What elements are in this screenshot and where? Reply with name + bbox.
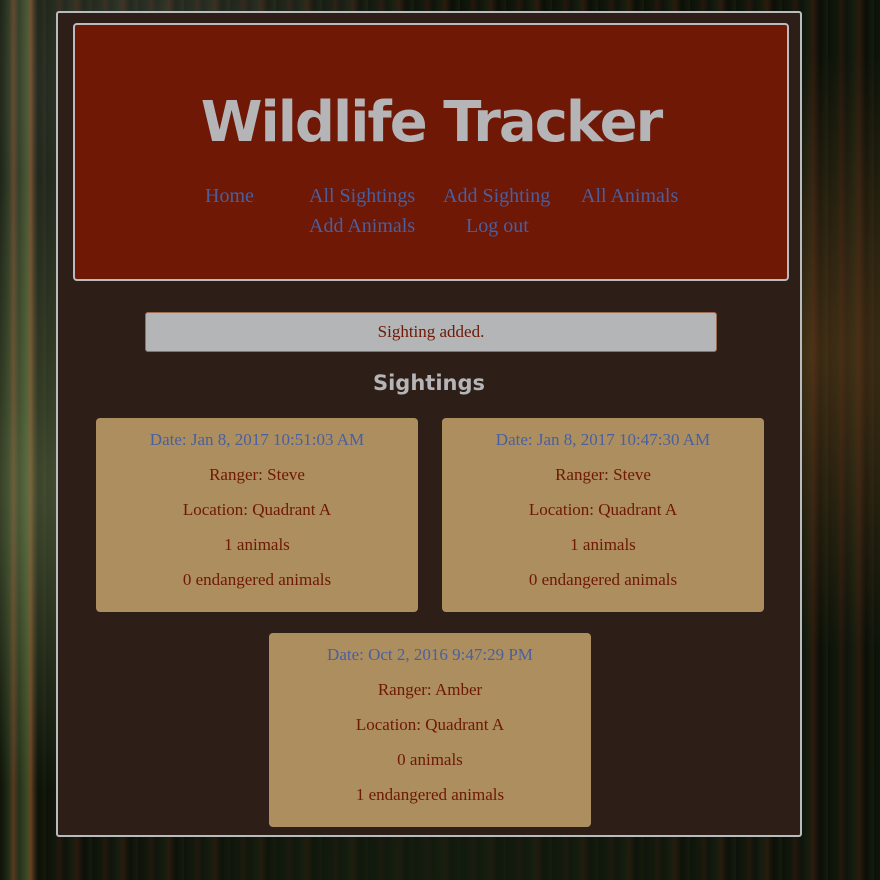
sighting-animal-count: 1 animals: [224, 535, 290, 554]
nav-add-animals-link[interactable]: Add Animals: [309, 215, 415, 238]
nav-all-animals-link[interactable]: All Animals: [581, 185, 678, 208]
sighting-endangered-count: 1 endangered animals: [355, 785, 505, 804]
sighting-card: Date: Oct 2, 2016 9:47:29 PM Ranger: Amb…: [269, 633, 591, 827]
sightings-heading: Sightings: [372, 371, 486, 395]
sighting-date-link[interactable]: Date: Jan 8, 2017 10:47:30 AM: [442, 430, 764, 450]
sighting-endangered-count: 0 endangered animals: [528, 570, 678, 589]
nav-log-out-link[interactable]: Log out: [466, 215, 529, 238]
site-title: Wildlife Tracker: [200, 90, 663, 155]
site-header: Wildlife Tracker Home All Sightings Add …: [73, 23, 789, 281]
sighting-location: Location: Quadrant A: [528, 500, 678, 519]
sighting-ranger: Ranger: Amber: [377, 680, 483, 699]
sighting-endangered-count: 0 endangered animals: [182, 570, 332, 589]
sighting-ranger: Ranger: Steve: [209, 465, 305, 484]
sighting-date-link[interactable]: Date: Oct 2, 2016 9:47:29 PM: [269, 645, 591, 665]
nav-home-link[interactable]: Home: [205, 185, 254, 208]
sighting-animal-count: 0 animals: [397, 750, 463, 769]
sighting-location: Location: Quadrant A: [182, 500, 332, 519]
nav-add-sighting-link[interactable]: Add Sighting: [443, 185, 550, 208]
sighting-card: Date: Jan 8, 2017 10:51:03 AM Ranger: St…: [96, 418, 418, 612]
flash-message: Sighting added.: [145, 312, 717, 352]
sighting-location: Location: Quadrant A: [355, 715, 505, 734]
sighting-card: Date: Jan 8, 2017 10:47:30 AM Ranger: St…: [442, 418, 764, 612]
sighting-ranger: Ranger: Steve: [555, 465, 651, 484]
sighting-animal-count: 1 animals: [570, 535, 636, 554]
sighting-date-link[interactable]: Date: Jan 8, 2017 10:51:03 AM: [96, 430, 418, 450]
nav-all-sightings-link[interactable]: All Sightings: [309, 185, 415, 208]
main-panel: Wildlife Tracker Home All Sightings Add …: [56, 11, 802, 837]
